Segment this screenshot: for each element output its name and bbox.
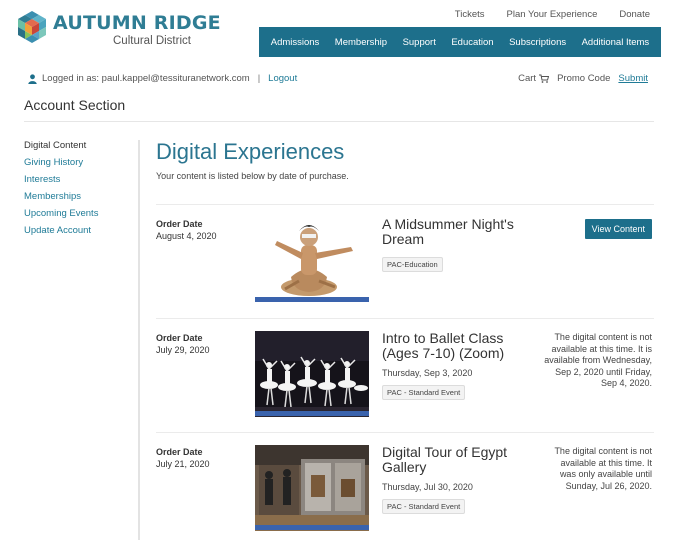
logged-in-text: Logged in as: paul.kappel@tessituranetwo… <box>42 73 250 84</box>
order-row: Order Date July 21, 2020 Digital Tour of… <box>156 432 654 540</box>
hexagon-logo-icon <box>18 11 46 43</box>
sidebar-item-interests[interactable]: Interests <box>24 174 134 191</box>
event-tag: PAC - Standard Event <box>382 385 466 400</box>
header-divider <box>24 121 654 122</box>
thumbnail-accent-bar <box>255 297 369 302</box>
page-title: Digital Experiences <box>156 139 345 164</box>
nav-item-additional-items[interactable]: Additional Items <box>582 37 650 48</box>
utility-link-donate[interactable]: Donate <box>619 9 650 20</box>
nav-item-education[interactable]: Education <box>451 37 493 48</box>
cart-link[interactable]: Cart <box>518 73 536 84</box>
event-tag: PAC - Standard Event <box>382 499 466 514</box>
order-date-label: Order Date <box>156 219 203 229</box>
nav-item-subscriptions[interactable]: Subscriptions <box>509 37 566 48</box>
brand-tagline: Cultural District <box>113 35 191 47</box>
brand-name: AUTUMN RIDGE <box>53 12 221 34</box>
sidebar-item-update-account[interactable]: Update Account <box>24 225 134 242</box>
cart-icon[interactable] <box>539 74 550 83</box>
sidebar-divider <box>138 140 140 540</box>
utility-link-plan[interactable]: Plan Your Experience <box>507 9 598 20</box>
ballet-class-image <box>255 331 369 417</box>
row-divider <box>156 432 654 433</box>
login-separator: | <box>257 73 261 84</box>
event-title[interactable]: A Midsummer Night's Dream <box>382 217 542 247</box>
event-thumbnail[interactable] <box>255 217 369 303</box>
user-icon <box>28 73 37 84</box>
event-thumbnail[interactable] <box>255 445 369 531</box>
sidebar-item-memberships[interactable]: Memberships <box>24 191 134 208</box>
event-date: Thursday, Sep 3, 2020 <box>382 368 473 378</box>
utility-nav: Tickets Plan Your Experience Donate <box>433 9 650 20</box>
event-title[interactable]: Intro to Ballet Class (Ages 7-10) (Zoom) <box>382 331 542 361</box>
logout-link[interactable]: Logout <box>268 73 297 84</box>
main-nav: Admissions Membership Support Education … <box>259 27 661 57</box>
sidebar-item-digital-content[interactable]: Digital Content <box>24 140 134 157</box>
utility-link-tickets[interactable]: Tickets <box>455 9 485 20</box>
account-sidebar: Digital Content Giving History Interests… <box>24 140 134 242</box>
page-subtitle: Your content is listed below by date of … <box>156 171 349 181</box>
order-date: July 21, 2020 <box>156 459 210 469</box>
event-tag: PAC-Education <box>382 257 443 272</box>
view-content-button[interactable]: View Content <box>584 219 652 239</box>
login-bar: Logged in as: paul.kappel@tessituranetwo… <box>28 73 297 84</box>
account-section-title: Account Section <box>24 97 126 113</box>
availability-status: The digital content is not available at … <box>554 446 652 491</box>
sidebar-item-upcoming-events[interactable]: Upcoming Events <box>24 208 134 225</box>
sidebar-item-giving-history[interactable]: Giving History <box>24 157 134 174</box>
nav-item-admissions[interactable]: Admissions <box>271 37 320 48</box>
thumbnail-accent-bar <box>255 525 369 530</box>
availability-status: The digital content is not available at … <box>544 332 652 388</box>
thumbnail-accent-bar <box>255 411 369 416</box>
egypt-gallery-image <box>255 445 369 531</box>
order-row: Order Date August 4, 2020 A Midsummer Ni… <box>156 204 654 318</box>
promo-submit-link[interactable]: Submit <box>618 73 648 84</box>
nav-item-membership[interactable]: Membership <box>335 37 387 48</box>
order-date: August 4, 2020 <box>156 231 217 241</box>
event-thumbnail[interactable] <box>255 331 369 417</box>
order-date: July 29, 2020 <box>156 345 210 355</box>
order-date-label: Order Date <box>156 333 203 343</box>
order-date-label: Order Date <box>156 447 203 457</box>
site-logo[interactable]: AUTUMN RIDGE Cultural District <box>15 10 221 50</box>
order-row: Order Date July 29, 2020 Intro to Ballet… <box>156 318 654 432</box>
event-title[interactable]: Digital Tour of Egypt Gallery <box>382 445 542 475</box>
event-date: Thursday, Jul 30, 2020 <box>382 482 473 492</box>
dancer-image <box>255 217 369 303</box>
nav-item-support[interactable]: Support <box>403 37 436 48</box>
cart-bar: Cart Promo Code Submit <box>518 73 648 84</box>
promo-code-label[interactable]: Promo Code <box>557 73 610 84</box>
row-divider <box>156 318 654 319</box>
row-divider <box>156 204 654 205</box>
